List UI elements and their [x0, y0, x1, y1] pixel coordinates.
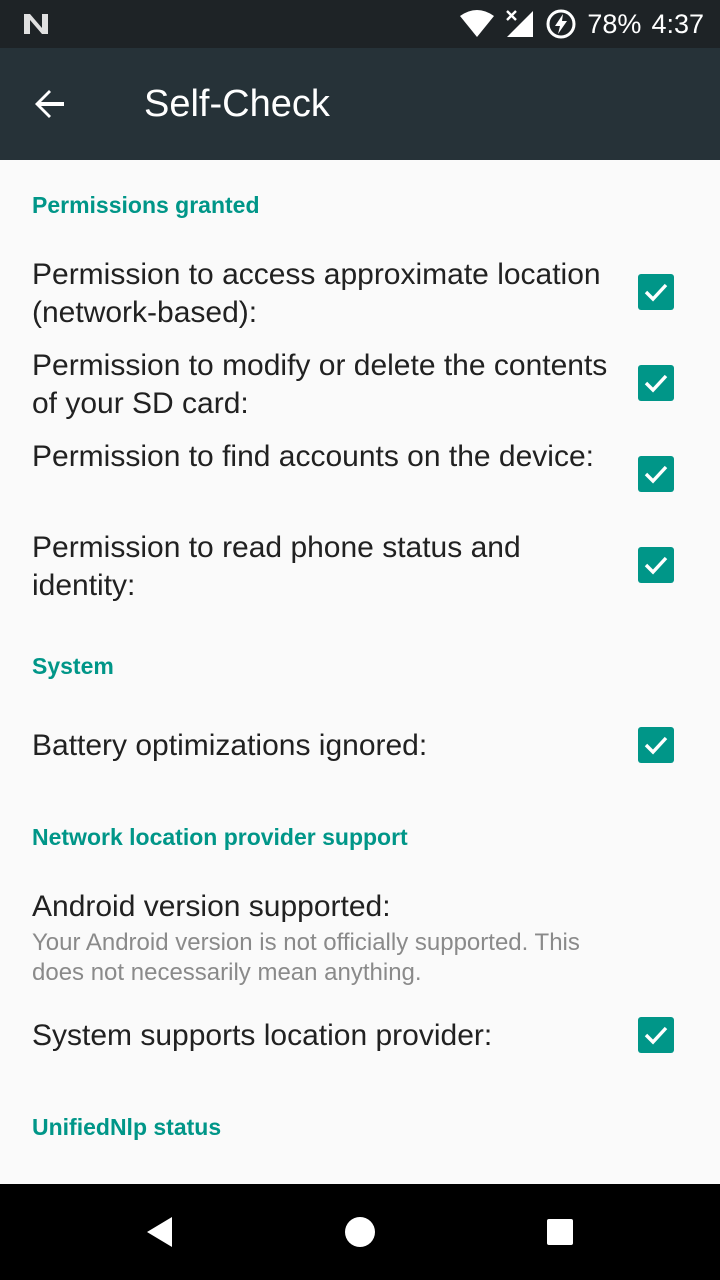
android-n-icon: [24, 14, 48, 34]
home-circle-icon: [345, 1217, 375, 1247]
check-icon: [644, 736, 668, 755]
clock: 4:37: [651, 8, 704, 39]
checkbox-battery-optimizations[interactable]: [638, 727, 674, 763]
item-label: Battery optimizations ignored:: [32, 729, 428, 762]
navigation-bar: [0, 1184, 720, 1280]
check-icon: [644, 374, 668, 393]
list-item-storage-permission: Permission to modify or delete the conte…: [32, 347, 612, 423]
wifi-icon: [460, 10, 495, 37]
status-icons: 78% 4:37: [459, 0, 704, 48]
arrow-back-icon: [35, 90, 64, 118]
item-label: Permission to access approximate locatio…: [32, 258, 601, 329]
list-item-battery-optimizations: Battery optimizations ignored:: [32, 727, 612, 765]
status-bar: 78% 4:37: [0, 0, 720, 48]
checkbox-storage-permission[interactable]: [638, 365, 674, 401]
list-item-location-permission: Permission to access approximate locatio…: [32, 256, 612, 332]
app-bar: Self-Check: [0, 48, 720, 160]
section-header-unifiednlp: UnifiedNlp status: [32, 1114, 222, 1140]
check-icon: [644, 283, 668, 302]
nav-home-button[interactable]: [336, 1208, 384, 1256]
item-label: Permission to modify or delete the conte…: [32, 349, 608, 420]
item-summary: Your Android version is not officially s…: [32, 929, 580, 986]
recents-square-icon: [547, 1219, 573, 1245]
self-check-list[interactable]: Permissions granted Permission to access…: [0, 160, 720, 1184]
item-label: System supports location provider:: [32, 1019, 493, 1052]
nav-recents-button[interactable]: [536, 1208, 584, 1256]
checkbox-phone-permission[interactable]: [638, 547, 674, 583]
check-icon: [644, 465, 668, 484]
nav-back-button[interactable]: [136, 1208, 184, 1256]
list-item-phone-permission: Permission to read phone status and iden…: [32, 529, 612, 605]
list-item-accounts-permission: Permission to find accounts on the devic…: [32, 438, 612, 476]
section-header-network: Network location provider support: [32, 824, 408, 850]
check-icon: [644, 556, 668, 575]
checkbox-accounts-permission[interactable]: [638, 456, 674, 492]
checkbox-location-provider[interactable]: [638, 1017, 674, 1053]
no-signal-icon: [506, 10, 534, 37]
list-item-location-provider: System supports location provider:: [32, 1017, 612, 1055]
list-item-android-version: Android version supported: Your Android …: [32, 888, 612, 988]
page-title: Self-Check: [144, 83, 330, 125]
check-icon: [644, 1026, 668, 1045]
item-label: Permission to read phone status and iden…: [32, 531, 521, 602]
back-triangle-icon: [147, 1217, 172, 1247]
item-label: Permission to find accounts on the devic…: [32, 440, 594, 473]
section-header-system: System: [32, 653, 114, 679]
section-header-permissions: Permissions granted: [32, 192, 260, 218]
battery-charging-icon: [546, 9, 576, 39]
back-button[interactable]: [22, 76, 78, 132]
checkbox-location-permission[interactable]: [638, 274, 674, 310]
item-label: Android version supported:: [32, 890, 391, 923]
battery-percent: 78%: [587, 8, 642, 39]
